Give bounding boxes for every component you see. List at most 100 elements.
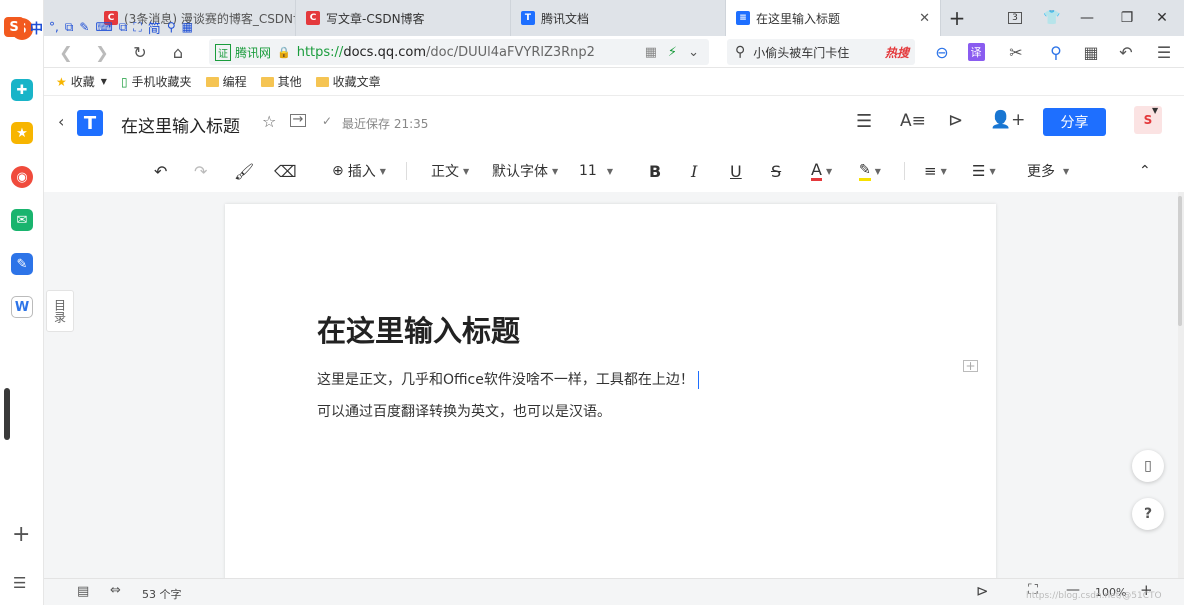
word-doc-icon[interactable]: W — [11, 296, 33, 318]
ime-item[interactable]: 中 — [30, 18, 43, 37]
caret-icon: ▼ — [1063, 166, 1070, 176]
scissors-icon[interactable]: ✂ — [1004, 40, 1028, 64]
restore-icon[interactable]: ❐ — [1114, 6, 1140, 30]
align-icon[interactable]: ≡ ▼ — [924, 158, 947, 184]
back-icon[interactable]: ❮ — [54, 40, 78, 64]
reload-icon[interactable]: ↻ — [128, 40, 152, 64]
doc-title[interactable]: 在这里输入标题 — [121, 112, 240, 137]
browser-menu-icon[interactable]: ☰ — [1152, 40, 1176, 64]
font-size-select[interactable]: 11 ▼ — [579, 158, 613, 184]
toc-toggle[interactable]: 目录 — [46, 290, 74, 332]
sidebar-scroll-handle[interactable] — [4, 388, 10, 440]
outline-view-icon[interactable]: ▤ — [77, 584, 89, 599]
tablet-view-icon[interactable]: ▯ — [1132, 450, 1164, 482]
strikethrough-icon[interactable]: S — [771, 158, 781, 184]
close-tab-icon[interactable]: ✕ — [919, 11, 930, 26]
paragraph-style-select[interactable]: 正文 ▼ — [431, 158, 469, 184]
skin-shirt-icon[interactable]: 👕 — [1039, 6, 1065, 30]
list-icon[interactable]: ☰ ▼ — [972, 158, 996, 184]
tab-csdn-write[interactable]: C 写文章-CSDN博客 — [296, 0, 511, 36]
notes-icon[interactable]: ✎ — [11, 253, 33, 275]
weibo-icon[interactable]: ◉ — [11, 166, 33, 188]
italic-icon[interactable]: I — [691, 158, 697, 184]
tab-count-badge[interactable]: 3 — [1002, 6, 1028, 30]
translate-icon[interactable]: 译 — [964, 40, 988, 64]
ime-item[interactable]: ⧉ — [119, 20, 128, 35]
mail-icon[interactable]: ✉ — [11, 209, 33, 231]
scrollbar[interactable] — [1178, 192, 1184, 578]
ime-item[interactable]: ⌨ — [95, 20, 112, 34]
address-bar[interactable]: 证 腾讯网 🔒 https:// docs.qq.com /doc/DUUl4a… — [209, 39, 709, 65]
play-circle-icon[interactable]: ⊳ — [976, 582, 989, 600]
doc-paragraph[interactable]: 这里是正文，几乎和Office软件没啥不一样，工具都在上边！ — [317, 369, 699, 389]
move-folder-icon[interactable]: → — [290, 113, 306, 127]
bookmark-folder[interactable]: 收藏文章 — [315, 73, 381, 90]
outline-menu-icon[interactable]: ☰ — [856, 111, 872, 132]
bookmark-mobile[interactable]: ▯ 手机收藏夹 — [121, 73, 192, 90]
ime-item[interactable]: °, — [49, 20, 59, 34]
insert-menu[interactable]: ⊕ 插入 ▼ — [332, 158, 386, 184]
bookmark-label: 收藏 — [70, 75, 95, 89]
collapse-toolbar-icon[interactable]: ⌃ — [1139, 158, 1151, 184]
undo-icon[interactable]: ↶ — [1114, 40, 1138, 64]
menu-list-icon[interactable]: ☰ — [13, 574, 26, 592]
add-icon[interactable]: + — [12, 522, 30, 547]
ime-item[interactable]: ⛶ — [133, 20, 141, 35]
magnifier-icon[interactable]: ⚲ — [1044, 40, 1068, 64]
more-menu[interactable]: 更多 ▼ — [1027, 158, 1069, 184]
bookmark-label: 手机收藏夹 — [131, 75, 192, 89]
apps-grid-icon[interactable]: ▦ — [1079, 40, 1103, 64]
close-window-icon[interactable]: ✕ — [1149, 6, 1175, 30]
chevron-down-icon[interactable]: ⌄ — [688, 45, 699, 60]
undo-icon[interactable]: ↶ — [154, 158, 167, 184]
add-comment-icon[interactable]: + — [963, 360, 978, 372]
doc-heading[interactable]: 在这里输入标题 — [317, 308, 520, 350]
bookmark-folder[interactable]: 其他 — [260, 73, 302, 90]
hot-search-badge[interactable]: 热搜 — [885, 44, 909, 61]
highlight-icon[interactable]: ✎ ▼ — [859, 158, 881, 184]
favorites-star-icon[interactable]: ★ — [11, 122, 33, 144]
present-play-icon[interactable]: ⊳ — [948, 110, 963, 131]
redo-icon[interactable]: ↷ — [194, 158, 207, 184]
bookmark-favorites[interactable]: ★ 收藏 ▼ — [56, 73, 107, 90]
clover-app-icon[interactable]: ✚ — [11, 79, 33, 101]
ime-item[interactable]: ✎ — [79, 20, 89, 34]
document-page[interactable]: 在这里输入标题 这里是正文，几乎和Office软件没啥不一样，工具都在上边！ 可… — [225, 204, 996, 584]
toc-label: 目录 — [52, 299, 67, 323]
underline-icon[interactable]: U — [730, 158, 742, 184]
back-chevron-icon[interactable]: ‹ — [58, 112, 64, 131]
lightning-icon[interactable]: ⚡ — [668, 45, 677, 60]
home-icon[interactable]: ⌂ — [166, 40, 190, 64]
chevron-down-icon[interactable]: ▼ — [1152, 106, 1158, 115]
ime-item[interactable]: ⧉ — [65, 20, 74, 35]
bold-icon[interactable]: B — [649, 158, 661, 184]
ime-logo-icon[interactable]: S — [4, 17, 24, 37]
forward-icon[interactable]: ❯ — [90, 40, 114, 64]
tab-tencent-docs[interactable]: T 腾讯文档 — [511, 0, 726, 36]
minimize-icon[interactable]: — — [1074, 6, 1100, 30]
doc-paragraph[interactable]: 可以通过百度翻译转换为英文，也可以是汉语。 — [317, 401, 611, 421]
help-icon[interactable]: ? — [1132, 498, 1164, 530]
ime-toolbar[interactable]: S 中 °, ⧉ ✎ ⌨ ⧉ ⛶ 简 ⚲ ▦ — [0, 16, 197, 38]
clear-format-icon[interactable]: ⌫ — [274, 158, 297, 184]
minus-circle-icon[interactable]: ⊖ — [930, 40, 954, 64]
new-tab-icon[interactable]: + — [944, 6, 970, 30]
qr-icon[interactable]: ▦ — [645, 45, 657, 60]
font-family-select[interactable]: 默认字体 ▼ — [492, 158, 558, 184]
text-format-icon[interactable]: A≡ — [900, 111, 926, 131]
ime-item[interactable]: ▦ — [182, 20, 193, 34]
star-outline-icon[interactable]: ☆ — [262, 112, 276, 131]
format-painter-icon[interactable]: 🖌 — [234, 158, 254, 184]
tencent-docs-logo[interactable]: T — [77, 110, 103, 136]
folder-icon — [315, 76, 329, 87]
search-box[interactable]: ⚲ 小偷头被车门卡住 热搜 — [727, 39, 915, 65]
add-collaborator-icon[interactable]: 👤+ — [990, 110, 1025, 130]
ime-item[interactable]: ⚲ — [167, 20, 176, 34]
scrollbar-thumb[interactable] — [1178, 196, 1182, 326]
share-button[interactable]: 分享 — [1043, 108, 1106, 136]
ime-item[interactable]: 简 — [148, 18, 161, 37]
bookmark-folder[interactable]: 编程 — [205, 73, 247, 90]
font-color-icon[interactable]: A ▼ — [811, 158, 832, 184]
page-width-icon[interactable]: ⇔ — [110, 583, 121, 598]
tab-active-doc[interactable]: ≡ 在这里输入标题 ✕ — [726, 0, 941, 36]
